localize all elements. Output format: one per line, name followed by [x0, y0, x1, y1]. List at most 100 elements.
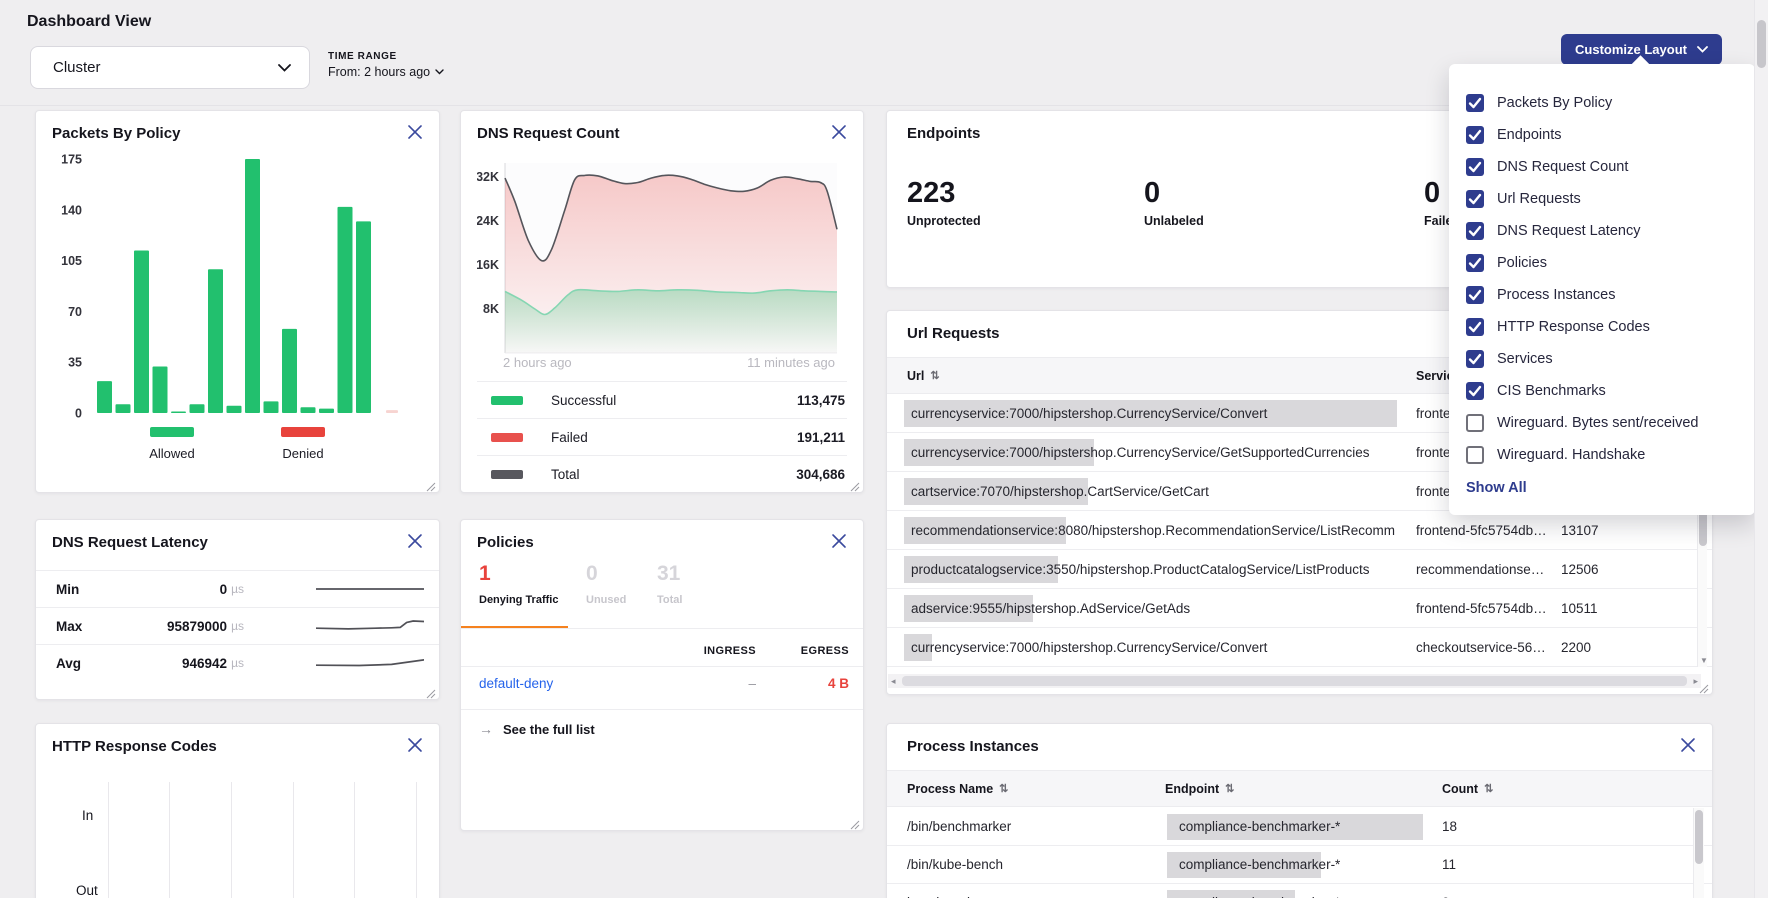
x-axis-right-label: 11 minutes ago — [747, 355, 835, 370]
table-row[interactable]: currencyservice:7000/hipstershop.Currenc… — [887, 628, 1712, 667]
latency-value: 0µs — [96, 571, 244, 607]
checkbox-checked-icon[interactable] — [1466, 382, 1484, 400]
latency-sparkline — [316, 617, 424, 640]
menu-item-url-requests[interactable]: Url Requests — [1449, 183, 1755, 215]
time-range-label: TIME RANGE — [328, 51, 444, 62]
checkbox-checked-icon[interactable] — [1466, 350, 1484, 368]
resize-handle[interactable] — [850, 817, 860, 827]
count-cell: 9 — [1442, 884, 1450, 898]
menu-item-label: CIS Benchmarks — [1497, 383, 1606, 399]
table-row[interactable]: productcatalogservice:3550/hipstershop.P… — [887, 550, 1712, 589]
checkbox-unchecked-icon[interactable] — [1466, 446, 1484, 464]
menu-item-http-response-codes[interactable]: HTTP Response Codes — [1449, 311, 1755, 343]
table-row[interactable]: /bin/benchmarkercompliance-benchmarker-*… — [887, 808, 1712, 846]
checkbox-checked-icon[interactable] — [1466, 158, 1484, 176]
checkbox-checked-icon[interactable] — [1466, 126, 1484, 144]
time-range-value[interactable]: From: 2 hours ago — [328, 65, 444, 79]
table-row[interactable]: /bin/kube-benchcompliance-benchmarker-*1… — [887, 846, 1712, 884]
menu-item-dns-request-latency[interactable]: DNS Request Latency — [1449, 215, 1755, 247]
svg-text:70: 70 — [68, 305, 82, 319]
table-row[interactable]: recommendationservice:8080/hipstershop.R… — [887, 511, 1712, 550]
vertical-scrollbar[interactable] — [1693, 808, 1704, 898]
menu-item-packets-by-policy[interactable]: Packets By Policy — [1449, 87, 1755, 119]
scroll-right-arrow-icon[interactable]: ▸ — [1693, 676, 1698, 687]
menu-item-dns-request-count[interactable]: DNS Request Count — [1449, 151, 1755, 183]
scroll-left-arrow-icon[interactable]: ◂ — [891, 676, 896, 687]
menu-item-wireguard-handshake[interactable]: Wireguard. Handshake — [1449, 439, 1755, 471]
close-icon[interactable] — [1680, 737, 1698, 755]
close-icon[interactable] — [407, 124, 425, 142]
packets-by-policy-card: Packets By Policy 17514010570350 Allowed… — [35, 110, 440, 493]
scrollbar-thumb[interactable] — [1757, 20, 1766, 68]
customize-layout-menu: Packets By Policy EndpointsDNS Request Co… — [1449, 64, 1755, 515]
url-cell: recommendationservice:8080/hipstershop.R… — [911, 511, 1411, 549]
tab-label: Total — [657, 594, 682, 606]
url-cell: currencyservice:7000/hipstershop.Currenc… — [911, 394, 1411, 432]
menu-item-cis-benchmarks[interactable]: CIS Benchmarks — [1449, 375, 1755, 407]
resize-handle[interactable] — [426, 479, 436, 489]
latency-rows: Min0µsMax95879000µsAvg946942µs — [36, 570, 439, 681]
resize-handle[interactable] — [426, 686, 436, 696]
resize-handle[interactable] — [850, 479, 860, 489]
time-range-text: From: 2 hours ago — [328, 65, 430, 79]
tabs-border — [461, 628, 863, 629]
stat-value: 223 — [907, 177, 981, 210]
stat-label: Unprotected — [907, 214, 981, 228]
process-instances-card: Process Instances Process Name ⇅ Endpoin… — [886, 723, 1713, 898]
resize-handle[interactable] — [1699, 681, 1709, 691]
show-all-link[interactable]: Show All — [1466, 480, 1527, 496]
column-label: Url — [907, 369, 924, 383]
menu-item-label: Packets By Policy — [1497, 95, 1612, 111]
allowed-label: Allowed — [112, 446, 232, 461]
policy-link[interactable]: default-deny — [479, 676, 553, 691]
count-cell: 11 — [1442, 846, 1456, 883]
policies-card: Policies 1Denying Traffic0Unused31Total … — [460, 519, 864, 831]
svg-text:35: 35 — [68, 356, 82, 370]
menu-item-services[interactable]: Services — [1449, 343, 1755, 375]
menu-item-process-instances[interactable]: Process Instances — [1449, 279, 1755, 311]
legend-row-total: Total304,686 — [477, 455, 847, 492]
chevron-down-icon — [1697, 46, 1708, 53]
menu-item-wireguard-bytes-sent-received[interactable]: Wireguard. Bytes sent/received — [1449, 407, 1755, 439]
process-name-column-header[interactable]: Process Name ⇅ — [907, 771, 1008, 806]
checkbox-checked-icon[interactable] — [1466, 254, 1484, 272]
policies-tab-total[interactable]: 31Total — [657, 562, 682, 606]
sort-icon[interactable]: ⇅ — [1225, 782, 1234, 795]
view-select[interactable]: Cluster — [30, 46, 310, 89]
tab-value: 0 — [586, 562, 626, 586]
count-column-header[interactable]: Count ⇅ — [1442, 771, 1493, 806]
policies-tab-unused[interactable]: 0Unused — [586, 562, 626, 606]
scroll-down-arrow-icon[interactable]: ▼ — [1700, 656, 1708, 665]
egress-column-header: EGRESS — [776, 645, 849, 657]
horizontal-scrollbar[interactable]: ◂ ▸ — [888, 674, 1701, 688]
checkbox-checked-icon[interactable] — [1466, 222, 1484, 240]
table-row[interactable]: adservice:9555/hipstershop.AdService/Get… — [887, 589, 1712, 628]
menu-item-label: HTTP Response Codes — [1497, 319, 1650, 335]
checkbox-checked-icon[interactable] — [1466, 318, 1484, 336]
close-icon[interactable] — [407, 737, 425, 755]
endpoint-column-header[interactable]: Endpoint ⇅ — [1165, 771, 1234, 806]
menu-item-endpoints[interactable]: Endpoints — [1449, 119, 1755, 151]
policies-tab-denying-traffic[interactable]: 1Denying Traffic — [479, 562, 558, 606]
url-cell: cartservice:7070/hipstershop.CartService… — [911, 472, 1411, 510]
dashboard-page: Dashboard View Cluster TIME RANGE From: … — [0, 0, 1768, 898]
close-icon[interactable] — [407, 533, 425, 551]
menu-item-policies[interactable]: Policies — [1449, 247, 1755, 279]
menu-item-label: Wireguard. Bytes sent/received — [1497, 415, 1698, 431]
see-full-list-link[interactable]: → See the full list — [479, 721, 595, 737]
sort-icon[interactable]: ⇅ — [999, 782, 1008, 795]
count-cell: 2200 — [1561, 628, 1591, 666]
close-icon[interactable] — [831, 124, 849, 142]
table-row[interactable]: benchmarkercompliance-benchmarker-*9 — [887, 884, 1712, 898]
svg-text:24K: 24K — [477, 214, 499, 228]
checkbox-unchecked-icon[interactable] — [1466, 414, 1484, 432]
page-scrollbar[interactable] — [1754, 0, 1768, 898]
menu-item-label: Wireguard. Handshake — [1497, 447, 1645, 463]
sort-icon[interactable]: ⇅ — [930, 369, 939, 382]
url-column-header[interactable]: Url ⇅ — [907, 358, 940, 393]
sort-icon[interactable]: ⇅ — [1484, 782, 1493, 795]
checkbox-checked-icon[interactable] — [1466, 190, 1484, 208]
checkbox-checked-icon[interactable] — [1466, 286, 1484, 304]
close-icon[interactable] — [831, 533, 849, 551]
checkbox-checked-icon[interactable] — [1466, 94, 1484, 112]
